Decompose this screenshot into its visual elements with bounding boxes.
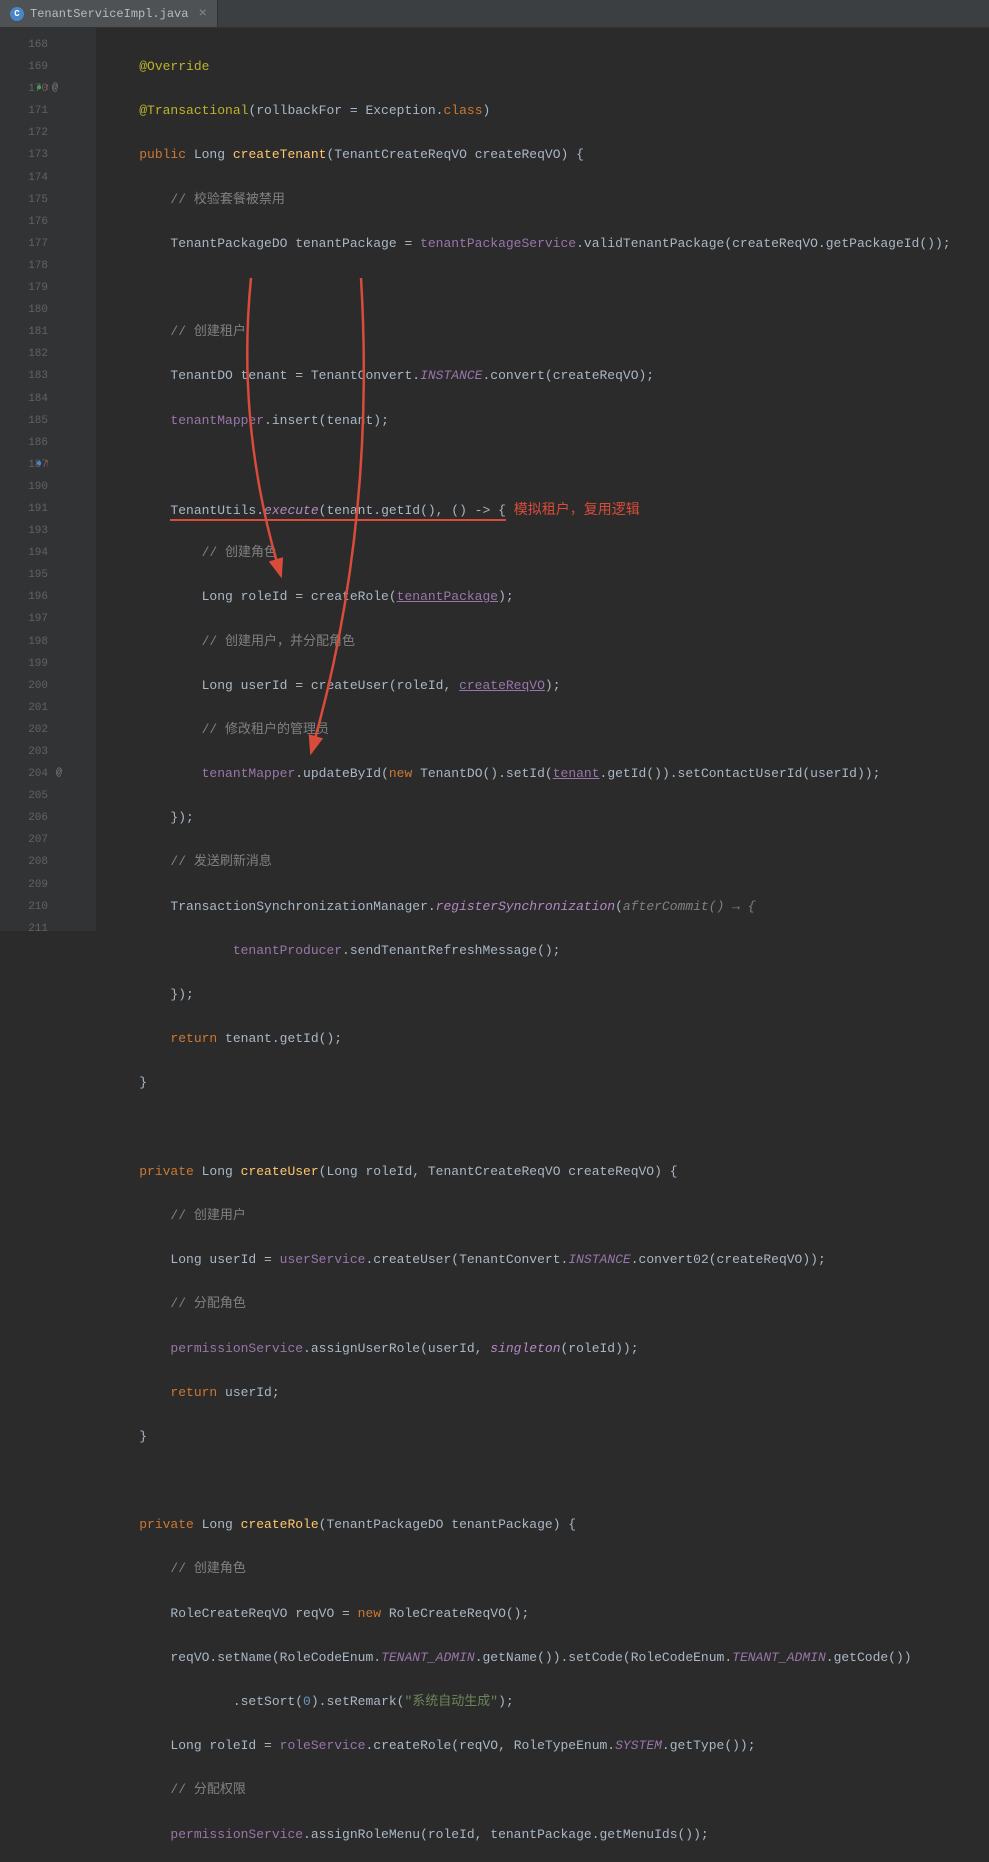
line-number[interactable]: 202 xyxy=(0,719,96,741)
file-tab[interactable]: C TenantServiceImpl.java × xyxy=(0,0,218,27)
code-area[interactable]: @Override @Transactional(rollbackFor = E… xyxy=(96,28,989,931)
line-number[interactable]: 211 xyxy=(0,918,96,940)
line-number[interactable]: 175 xyxy=(0,189,96,211)
line-number[interactable]: 209 xyxy=(0,874,96,896)
line-number[interactable]: 177 xyxy=(0,233,96,255)
override-icon[interactable]: ●↑ @ xyxy=(36,78,58,100)
line-number[interactable]: 178 xyxy=(0,255,96,277)
close-icon[interactable]: × xyxy=(198,6,206,22)
annotation-text: 模拟租户，复用逻辑 xyxy=(514,501,640,517)
editor: 168 169 170●↑ @ 171 172 173 174 175 176 … xyxy=(0,28,989,931)
line-number[interactable]: 207 xyxy=(0,829,96,851)
line-number[interactable]: 205 xyxy=(0,785,96,807)
line-number[interactable]: 173 xyxy=(0,144,96,166)
line-number[interactable]: 170●↑ @ xyxy=(0,78,96,100)
line-number[interactable]: 203 xyxy=(0,741,96,763)
line-number[interactable]: 190 xyxy=(0,476,96,498)
line-number[interactable]: 174 xyxy=(0,167,96,189)
line-number[interactable]: 199 xyxy=(0,653,96,675)
line-number[interactable]: 169 xyxy=(0,56,96,78)
line-number[interactable]: 184 xyxy=(0,388,96,410)
class-icon: C xyxy=(10,7,24,21)
gutter: 168 169 170●↑ @ 171 172 173 174 175 176 … xyxy=(0,28,96,931)
line-number[interactable]: 183 xyxy=(0,365,96,387)
line-number[interactable]: 186 xyxy=(0,432,96,454)
line-number[interactable]: 200 xyxy=(0,675,96,697)
line-number[interactable]: 193 xyxy=(0,520,96,542)
line-number[interactable]: 180 xyxy=(0,299,96,321)
line-number[interactable]: 197 xyxy=(0,608,96,630)
line-number[interactable]: 171 xyxy=(0,100,96,122)
tab-label: TenantServiceImpl.java xyxy=(30,7,188,21)
line-number[interactable]: 195 xyxy=(0,564,96,586)
line-number[interactable]: 172 xyxy=(0,122,96,144)
line-number[interactable]: 182 xyxy=(0,343,96,365)
line-number[interactable]: 196 xyxy=(0,586,96,608)
line-number[interactable]: 191 xyxy=(0,498,96,520)
tab-bar: C TenantServiceImpl.java × xyxy=(0,0,989,28)
line-number[interactable]: 187●↑ xyxy=(0,454,96,476)
line-number[interactable]: 208 xyxy=(0,851,96,873)
line-number[interactable]: 194 xyxy=(0,542,96,564)
line-number[interactable]: 176 xyxy=(0,211,96,233)
line-number[interactable]: 198 xyxy=(0,631,96,653)
line-number[interactable]: 185 xyxy=(0,410,96,432)
line-number[interactable]: 201 xyxy=(0,697,96,719)
line-number[interactable]: 168 xyxy=(0,34,96,56)
line-number[interactable]: 210 xyxy=(0,896,96,918)
line-number[interactable]: 179 xyxy=(0,277,96,299)
line-number[interactable]: 204@ xyxy=(0,763,96,785)
at-icon[interactable]: @ xyxy=(36,763,62,785)
line-number[interactable]: 181 xyxy=(0,321,96,343)
line-number[interactable]: 206 xyxy=(0,807,96,829)
impl-icon[interactable]: ●↑ xyxy=(36,454,50,476)
